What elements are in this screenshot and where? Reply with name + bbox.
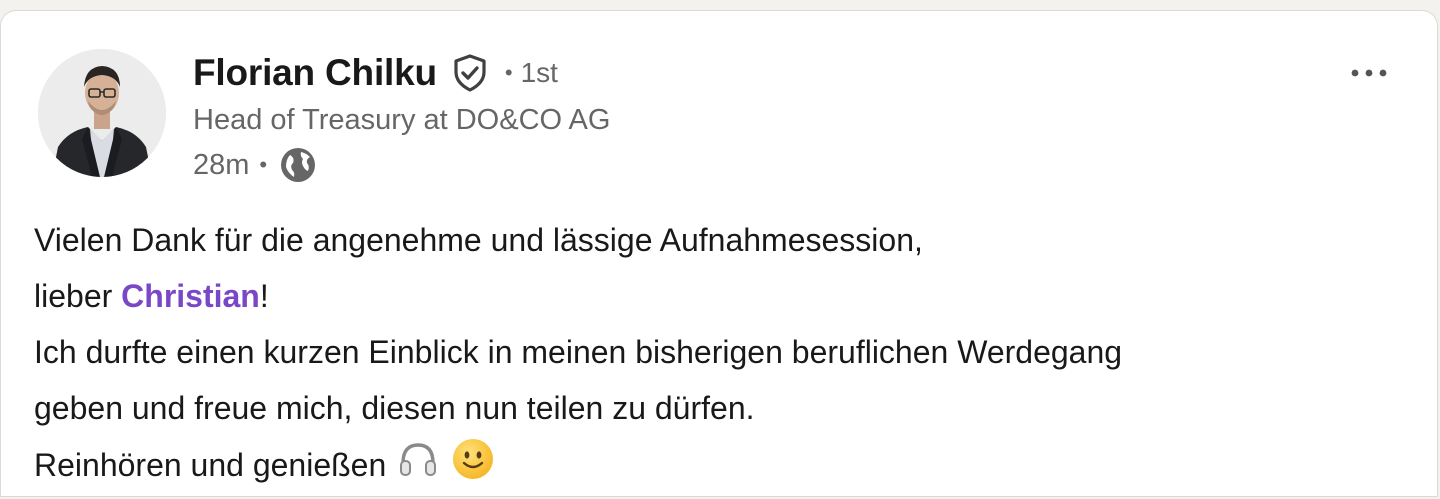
post-text-line: Reinhören und genießen <box>34 436 1414 492</box>
post-text-line: Ich durfte einen kurzen Einblick in mein… <box>34 334 1123 370</box>
post-time: 28m <box>193 148 250 181</box>
more-options-button[interactable] <box>1341 53 1397 93</box>
post-text-line: Vielen Dank für die angenehme und lässig… <box>34 222 923 258</box>
smiley-icon <box>450 436 496 499</box>
more-options-icon <box>1351 69 1387 77</box>
post-text-line: lieber Christian! <box>34 268 1414 324</box>
author-name-row: Florian Chilku • 1st <box>193 49 558 97</box>
author-avatar[interactable] <box>38 49 166 177</box>
post-meta: 28m • <box>193 145 317 185</box>
author-headline: Head of Treasury at DO&CO AG <box>193 104 611 136</box>
post-text-segment: Reinhören und genießen <box>34 446 387 483</box>
post-text-line: geben und freue mich, diesen nun teilen … <box>34 390 755 426</box>
headphones-icon <box>396 437 440 498</box>
post-text-segment: lieber <box>34 278 122 314</box>
mention-link[interactable]: Christian <box>121 278 260 314</box>
post-text: Vielen Dank für die angenehme und lässig… <box>34 212 1414 492</box>
verified-shield-icon <box>449 52 491 94</box>
connection-degree: 1st <box>520 57 558 88</box>
post-text-segment: ! <box>259 278 269 314</box>
globe-icon <box>279 146 317 184</box>
author-name[interactable]: Florian Chilku <box>193 52 437 94</box>
separator-dot: • <box>259 152 268 177</box>
separator-dot: • <box>504 60 513 85</box>
post-card: Florian Chilku • 1st Head of Treasury at… <box>0 10 1438 497</box>
avatar-photo <box>38 49 166 177</box>
